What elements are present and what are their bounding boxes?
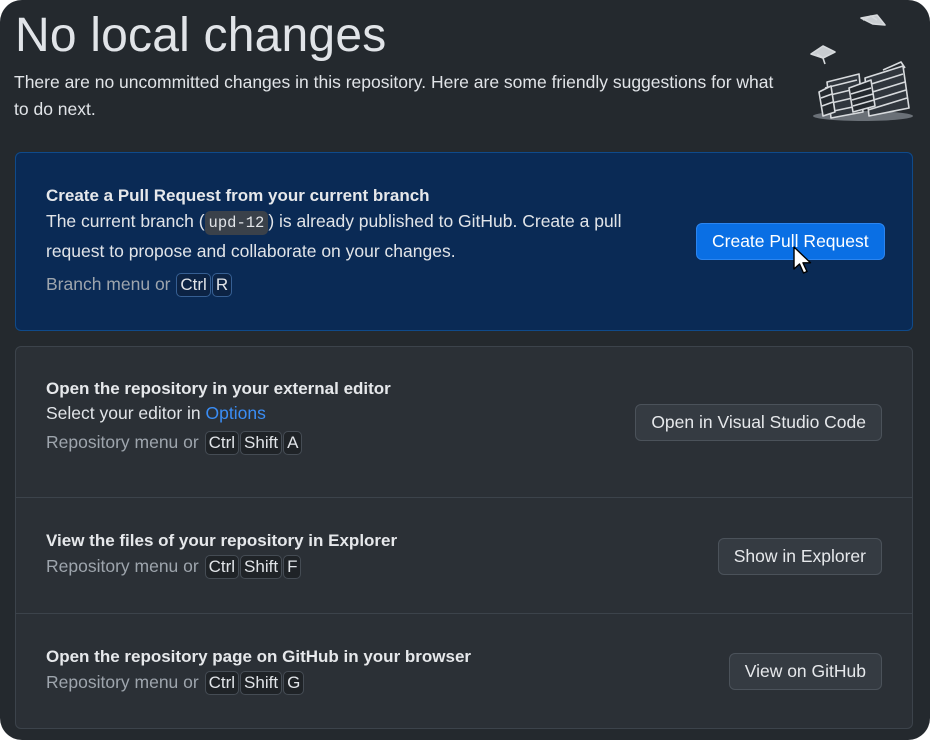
mouse-pointer-icon: [793, 246, 812, 274]
view-on-github-button[interactable]: View on GitHub: [728, 653, 882, 690]
key-g: G: [283, 671, 305, 695]
suggestions-panel: Open the repository in your external edi…: [15, 346, 913, 729]
pull-request-description: The current branch (upd-12) is already p…: [46, 211, 622, 261]
github-row: Open the repository page on GitHub in yo…: [16, 613, 912, 729]
create-pull-request-button[interactable]: Create Pull Request: [696, 223, 885, 260]
branch-name: upd-12: [204, 211, 269, 235]
editor-row: Open the repository in your external edi…: [16, 347, 912, 497]
paper-stacks-illustration: [810, 14, 913, 121]
page-title: No local changes: [15, 9, 387, 62]
key-r: R: [211, 273, 233, 297]
pull-request-title: Create a Pull Request from your current …: [46, 186, 430, 205]
editor-description: Select your editor in Options: [46, 403, 266, 423]
editor-shortcut: Repository menu or Ctrl Shift A: [46, 431, 391, 455]
key-f: F: [283, 555, 302, 579]
options-link[interactable]: Options: [206, 403, 266, 423]
editor-title: Open the repository in your external edi…: [46, 379, 391, 398]
key-ctrl: Ctrl: [204, 671, 240, 695]
explorer-shortcut: Repository menu or Ctrl Shift F: [46, 555, 397, 579]
key-shift: Shift: [240, 431, 283, 455]
show-in-explorer-button[interactable]: Show in Explorer: [717, 538, 882, 575]
page-description: There are no uncommitted changes in this…: [14, 72, 774, 119]
key-ctrl: Ctrl: [176, 273, 211, 297]
github-shortcut: Repository menu or Ctrl Shift G: [46, 671, 471, 695]
github-title: Open the repository page on GitHub in yo…: [46, 647, 472, 666]
key-shift: Shift: [240, 555, 283, 579]
explorer-title: View the files of your repository in Exp…: [46, 531, 398, 550]
key-ctrl: Ctrl: [204, 555, 240, 579]
key-shift: Shift: [240, 671, 283, 695]
pull-request-shortcut: Branch menu or Ctrl R: [46, 273, 666, 297]
pull-request-panel: Create a Pull Request from your current …: [15, 152, 913, 331]
explorer-row: View the files of your repository in Exp…: [16, 497, 912, 613]
app-window: No local changes There are no uncommitte…: [0, 0, 930, 740]
open-in-vscode-button[interactable]: Open in Visual Studio Code: [635, 404, 882, 441]
key-ctrl: Ctrl: [204, 431, 240, 455]
key-a: A: [283, 431, 303, 455]
